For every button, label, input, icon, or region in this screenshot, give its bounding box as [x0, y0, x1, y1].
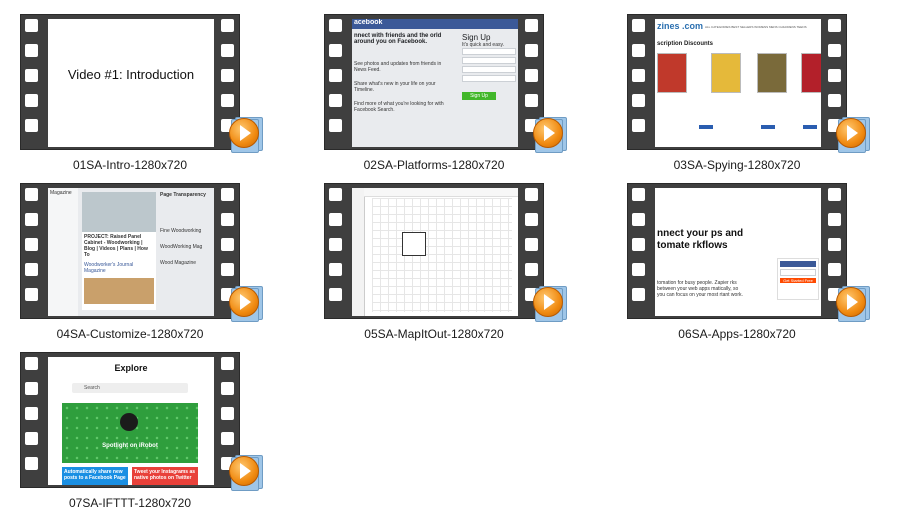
video-file-tile[interactable]: zines .com ALL CATEGORIES BEST SELLERS W… — [627, 14, 877, 184]
magazine-cover — [657, 53, 687, 93]
magazine-cover — [711, 53, 741, 93]
video-frame: nnect your ps and tomate rkflows tomatio… — [655, 188, 821, 316]
applet-card: Tweet your Instagrams as native photos o… — [132, 467, 198, 485]
post-title: PROJECT: Raised Panel Cabinet - Woodwork… — [84, 234, 148, 258]
media-player-play-icon — [529, 114, 567, 153]
filmstrip-thumbnail: nnect your ps and tomate rkflows tomatio… — [627, 183, 847, 319]
video-file-tile[interactable]: Video #1: Introduction 01SA-Intro-1280x7… — [20, 14, 270, 184]
video-file-tile[interactable]: Explore Search Spotlight on iRobot Autom… — [20, 352, 270, 522]
diagram-canvas — [372, 198, 512, 312]
applet-card: Automatically share new posts to a Faceb… — [62, 467, 128, 485]
section-title: scription Discounts — [657, 41, 714, 47]
filmstrip-thumbnail: Magazine PROJECT: Raised Panel Cabinet -… — [20, 183, 240, 319]
video-frame: zines .com ALL CATEGORIES BEST SELLERS W… — [655, 19, 821, 147]
video-frame: Magazine PROJECT: Raised Panel Cabinet -… — [48, 188, 214, 316]
site-logo: zines .com — [657, 21, 704, 31]
film-perforations — [329, 188, 343, 316]
diagram-shape — [402, 232, 426, 256]
video-frame: acebook nnect with friends and the orld … — [352, 19, 518, 147]
video-frame: Video #1: Introduction — [48, 19, 214, 147]
video-file-tile[interactable]: nnect your ps and tomate rkflows tomatio… — [627, 183, 877, 353]
site-nav: ALL CATEGORIES BEST SELLERS WOMENS MENS … — [705, 25, 807, 29]
video-frame: Explore Search Spotlight on iRobot Autom… — [48, 357, 214, 485]
magazine-cover — [801, 53, 821, 93]
file-name: 06SA-Apps-1280x720 — [678, 327, 796, 341]
side-title: Page Transparency — [160, 192, 206, 198]
frame-subtext: tomation for busy people. Zapier rks bet… — [657, 280, 743, 298]
page-brand: Magazine — [50, 190, 72, 196]
media-player-play-icon — [832, 283, 870, 322]
file-name: 01SA-Intro-1280x720 — [72, 158, 188, 172]
film-perforations — [25, 19, 39, 147]
file-name: 02SA-Platforms-1280x720 — [363, 158, 505, 172]
signup-title: Sign Up — [462, 33, 491, 42]
file-name: 05SA-MapItOut-1280x720 — [364, 327, 504, 341]
video-file-tile[interactable]: acebook nnect with friends and the orld … — [324, 14, 574, 184]
video-file-tile[interactable]: 05SA-MapItOut-1280x720 — [324, 183, 574, 353]
feature-text: Share what's new in your life on your Ti… — [354, 81, 436, 93]
media-player-play-icon — [529, 283, 567, 322]
film-perforations — [329, 19, 343, 147]
file-name: 04SA-Customize-1280x720 — [56, 327, 204, 341]
video-file-tile[interactable]: Magazine PROJECT: Raised Panel Cabinet -… — [20, 183, 270, 353]
facebook-brand: acebook — [352, 19, 518, 29]
film-perforations — [632, 19, 646, 147]
frame-headline: nnect your ps and tomate rkflows — [657, 228, 744, 251]
magazine-cover — [757, 53, 787, 93]
filmstrip-thumbnail: acebook nnect with friends and the orld … — [324, 14, 544, 150]
film-perforations — [632, 188, 646, 316]
feature-text: Find more of what you're looking for wit… — [354, 101, 444, 113]
filmstrip-thumbnail: zines .com ALL CATEGORIES BEST SELLERS W… — [627, 14, 847, 150]
spotlight-banner: Spotlight on iRobot — [62, 403, 198, 463]
filmstrip-thumbnail: Explore Search Spotlight on iRobot Autom… — [20, 352, 240, 488]
side-item: Wood Magazine — [160, 260, 197, 266]
page-name: Woodworker's Journal Magazine — [84, 262, 134, 274]
side-item: WoodWorking Mag — [160, 244, 203, 250]
side-item: Fine Woodworking — [160, 228, 202, 234]
file-name: 03SA-Spying-1280x720 — [673, 158, 801, 172]
media-player-play-icon — [225, 452, 263, 491]
search-placeholder: Search — [84, 385, 100, 391]
frame-title: Explore — [114, 363, 148, 373]
film-perforations — [25, 188, 39, 316]
filmstrip-thumbnail — [324, 183, 544, 319]
media-player-play-icon — [225, 114, 263, 153]
frame-headline: nnect with friends and the orld around y… — [354, 33, 442, 45]
frame-title: Video #1: Introduction — [67, 67, 195, 82]
film-perforations — [25, 357, 39, 485]
filmstrip-thumbnail: Video #1: Introduction — [20, 14, 240, 150]
tool-palette — [352, 188, 365, 316]
feature-text: See photos and updates from friends in N… — [354, 61, 442, 73]
media-player-play-icon — [832, 114, 870, 153]
file-name: 07SA-IFTTT-1280x720 — [68, 496, 192, 510]
media-player-play-icon — [225, 283, 263, 322]
signup-button: Sign Up — [462, 92, 496, 100]
cta-button: Get Started Free — [780, 278, 816, 283]
banner-label: Spotlight on iRobot — [102, 443, 158, 449]
video-frame — [352, 188, 518, 316]
search-bar: Search — [72, 383, 188, 393]
